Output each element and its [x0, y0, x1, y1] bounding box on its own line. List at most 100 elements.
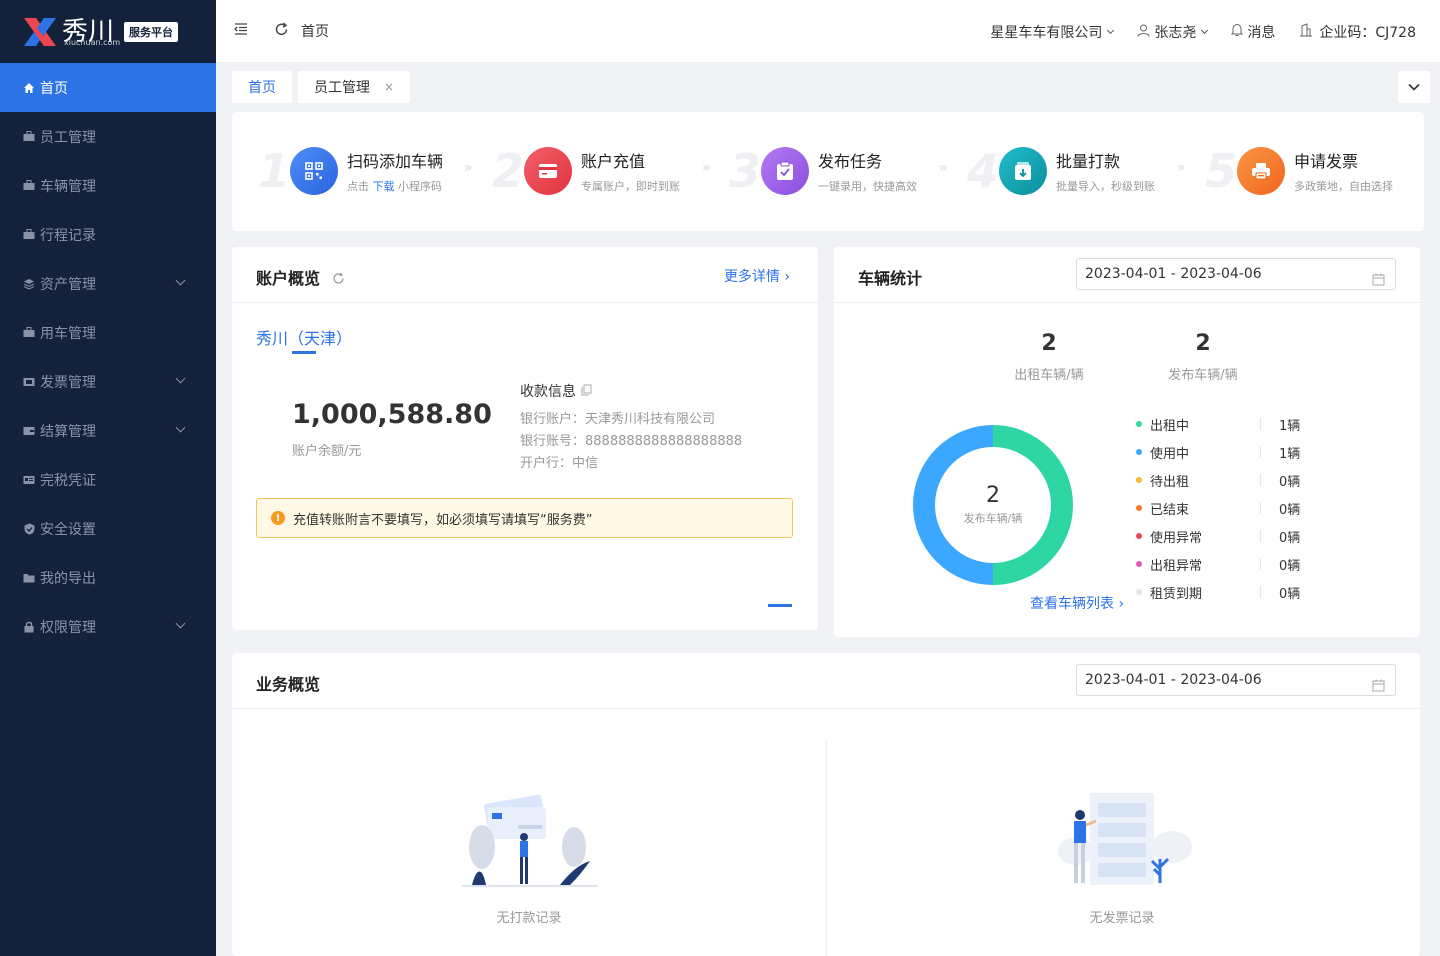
briefcase-icon — [22, 130, 36, 144]
view-vehicle-list-link[interactable]: 查看车辆列表 › — [1030, 593, 1124, 613]
step-title: 批量打款 — [1056, 152, 1121, 171]
legend-label: 使用异常 — [1150, 530, 1203, 546]
download-link[interactable]: 下载 — [373, 180, 395, 193]
sidebar-item-label: 发票管理 — [40, 374, 96, 391]
vehicle-stats-card: 车辆统计 2023-04-01 - 2023-04-06 2 出租车辆/辆 2 … — [834, 247, 1420, 637]
company-switcher[interactable]: 星星车车有限公司 — [990, 22, 1115, 42]
sidebar-item-label: 资产管理 — [40, 276, 96, 293]
sidebar-item-trips[interactable]: 行程记录 — [0, 210, 216, 259]
briefcase-icon — [22, 326, 36, 340]
legend-item[interactable]: 待出租 0辆 — [1136, 466, 1336, 494]
shield-icon — [22, 522, 36, 536]
legend-item[interactable]: 使用异常 0辆 — [1136, 522, 1336, 550]
divider — [1260, 558, 1261, 570]
step-subtitle: 小程序码 — [394, 180, 442, 193]
step-publish-task[interactable]: 3 发布任务 一键录用，快捷高效 » — [729, 144, 948, 198]
warning-icon: ! — [271, 511, 285, 525]
card-title: 账户概览 — [256, 265, 345, 289]
sidebar: 秀川 服务平台 xiuchuan.com 首页 员工管理 车辆管理 行程记录 资… — [0, 0, 216, 956]
legend-dot — [1136, 421, 1142, 427]
chevron-down-icon — [1201, 26, 1209, 35]
step-subtitle: 多政策地，自由选择 — [1294, 180, 1393, 193]
date-range-picker[interactable]: 2023-04-01 - 2023-04-06 — [1076, 258, 1396, 290]
tab-employees[interactable]: 员工管理 × — [298, 71, 411, 103]
legend-label: 出租异常 — [1150, 558, 1203, 574]
messages-button[interactable]: 消息 — [1231, 22, 1275, 42]
sidebar-item-exports[interactable]: 我的导出 — [0, 553, 216, 602]
home-icon — [22, 81, 36, 95]
sidebar-item-employees[interactable]: 员工管理 — [0, 112, 216, 161]
breadcrumb: 首页 — [301, 24, 329, 40]
step-subtitle: 专属账户，即时到账 — [581, 180, 680, 193]
step-add-vehicle[interactable]: 1 扫码添加车辆 点击 下载 小程序码 » — [258, 144, 473, 198]
chevron-down-icon — [1107, 26, 1115, 35]
legend-value: 0辆 — [1279, 586, 1301, 602]
enterprise-code-text: 企业码：CJ728 — [1319, 25, 1416, 41]
sidebar-item-label: 用车管理 — [40, 325, 96, 342]
brand-badge: 服务平台 — [124, 21, 179, 42]
account-balance: 1,000,588.80 — [292, 399, 492, 430]
step-batch-payment[interactable]: 4 批量打款 批量导入，秒级到账 » — [967, 144, 1186, 198]
legend-label: 使用中 — [1150, 446, 1190, 462]
divider — [1260, 418, 1261, 430]
sidebar-item-settlement[interactable]: 结算管理 — [0, 406, 216, 455]
sidebar-item-tax-proof[interactable]: 完税凭证 — [0, 455, 216, 504]
legend-item[interactable]: 租赁到期 0辆 — [1136, 578, 1336, 606]
legend-value: 0辆 — [1279, 558, 1301, 574]
date-range-value: 2023-04-01 - 2023-04-06 — [1085, 266, 1262, 282]
more-details-link[interactable]: 更多详情 › — [724, 266, 790, 286]
sidebar-item-car-usage[interactable]: 用车管理 — [0, 308, 216, 357]
legend-item[interactable]: 出租中 1辆 — [1136, 410, 1336, 438]
collapse-menu-icon[interactable] — [234, 23, 248, 39]
step-subtitle: 一键录用，快捷高效 — [818, 180, 917, 193]
chevron-down-icon — [175, 373, 186, 384]
sidebar-item-invoices[interactable]: 发票管理 — [0, 357, 216, 406]
download-box-icon — [999, 147, 1047, 195]
published-count-label: 发布车辆/辆 — [1168, 368, 1238, 383]
sidebar-item-home[interactable]: 首页 — [0, 63, 216, 112]
step-recharge[interactable]: 2 账户充值 专属账户，即时到账 » — [492, 144, 711, 198]
id-card-icon — [22, 473, 36, 487]
chevron-down-icon — [175, 618, 186, 629]
chevron-down-icon — [175, 422, 186, 433]
refresh-icon[interactable] — [332, 270, 345, 289]
refresh-icon[interactable] — [274, 21, 289, 41]
sidebar-item-vehicles[interactable]: 车辆管理 — [0, 161, 216, 210]
published-count: 2 — [1195, 331, 1211, 356]
user-menu[interactable]: 张志尧 — [1137, 22, 1209, 42]
donut-center-label: 发布车辆/辆 — [963, 512, 1023, 525]
double-chevron-right-icon: » — [1177, 160, 1186, 176]
copy-icon[interactable] — [581, 381, 592, 403]
legend-dot — [1136, 449, 1142, 455]
chevron-right-icon: › — [1118, 596, 1125, 612]
step-number: 5 — [1205, 144, 1238, 198]
legend-label: 出租中 — [1150, 418, 1190, 434]
divider — [1260, 502, 1261, 514]
empty-payments-illustration — [462, 794, 598, 887]
step-apply-invoice[interactable]: 5 申请发票 多政策地，自由选择 — [1205, 144, 1393, 198]
sidebar-item-permissions[interactable]: 权限管理 — [0, 602, 216, 651]
payee-info: 收款信息 银行账户：天津秀川科技有限公司 银行账号：88888888888888… — [520, 381, 742, 475]
sidebar-item-label: 我的导出 — [40, 570, 96, 587]
brand-logo[interactable]: 秀川 服务平台 xiuchuan.com — [0, 0, 216, 63]
sidebar-item-assets[interactable]: 资产管理 — [0, 259, 216, 308]
legend-dot — [1136, 533, 1142, 539]
folder-icon — [22, 571, 36, 585]
account-org-tab[interactable]: 秀川（天津） — [256, 325, 352, 349]
chart-legend: 出租中 1辆 使用中 1辆 待出租 0辆 已结束 0辆 使用异常 0辆 出租异常 0辆 租赁到期 0辆 — [1136, 410, 1336, 606]
legend-item[interactable]: 出租异常 0辆 — [1136, 550, 1336, 578]
tabs-dropdown-button[interactable] — [1398, 71, 1430, 103]
legend-item[interactable]: 使用中 1辆 — [1136, 438, 1336, 466]
legend-item[interactable]: 已结束 0辆 — [1136, 494, 1336, 522]
carousel-indicator[interactable] — [768, 604, 792, 607]
step-number: 3 — [729, 144, 762, 198]
close-icon[interactable]: × — [384, 80, 394, 94]
date-range-picker[interactable]: 2023-04-01 - 2023-04-06 — [1076, 664, 1396, 696]
chevron-right-icon: › — [784, 269, 790, 285]
lock-icon — [22, 620, 36, 634]
tab-home[interactable]: 首页 — [232, 71, 292, 103]
top-header: 首页 星星车车有限公司 张志尧 消息 企业码：CJ728 — [216, 0, 1440, 63]
rented-count: 2 — [1041, 331, 1057, 356]
sidebar-item-security[interactable]: 安全设置 — [0, 504, 216, 553]
legend-dot — [1136, 589, 1142, 595]
